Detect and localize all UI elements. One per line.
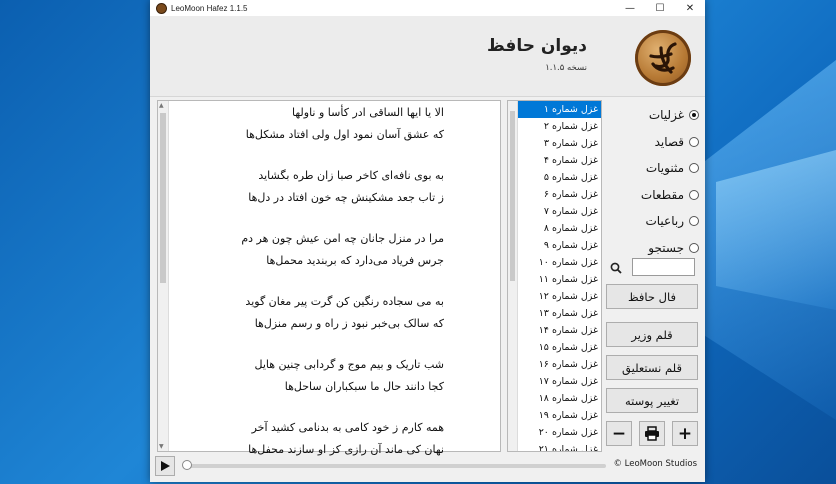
category-label: رباعیات [645,214,684,229]
app-title: دیوان حافظ [487,36,587,56]
print-button[interactable] [639,421,665,446]
couplet: مرا در منزل جانان چه امن عیش چون هر دم ج… [174,228,444,271]
scroll-up-arrow-icon[interactable]: ▲ [159,102,164,109]
list-item[interactable]: غزل شماره ۱۴ [518,322,601,339]
couplet: الا یا ایها الساقی ادر کأسا و ناولها که … [174,102,444,145]
radio-button[interactable] [689,242,699,253]
list-item[interactable]: غزل شماره ۱۷ [518,373,601,390]
category-radio[interactable]: رباعیات [605,208,699,235]
minimize-button[interactable]: — [615,0,645,16]
list-item[interactable]: غزل شماره ۷ [518,203,601,220]
window-controls: — ☐ ✕ [615,0,705,16]
poem-scroll-thumb[interactable] [160,113,166,283]
hemistich: مرا در منزل جانان چه امن عیش چون هر دم [241,232,444,245]
category-radio[interactable]: قصاید [605,129,699,156]
poem-scrollbar[interactable]: ▲ ▼ [158,101,169,451]
app-icon [156,2,167,14]
list-item[interactable]: غزل شماره ۱۸ [518,390,601,407]
hemistich: ز تاب جعد مشکینش چه خون افتاد در دل‌ها [248,190,444,204]
calligraphy-logo-icon [649,42,677,74]
hemistich: که عشق آسان نمود اول ولی افتاد مشکل‌ها [245,127,444,141]
poem-panel[interactable]: ▲ ▼ الا یا ایها الساقی ادر کأسا و ناولها… [157,100,501,456]
search-button[interactable] [606,258,626,278]
category-label: جستجو [648,240,684,255]
hemistich: به می سجاده رنگین کن گرت پیر مغان گوید [245,295,444,308]
list-item[interactable]: غزل شماره ۱ [518,101,601,118]
couplet: به بوی نافه‌ای کاخر صبا زان طره بگشاید ز… [174,165,444,208]
font-nastaliq-button[interactable]: قلم نستعلیق [606,355,698,380]
list-item[interactable]: غزل شماره ۲۰ [518,424,601,441]
category-label: قصاید [654,134,684,149]
ghazal-list[interactable]: غزل شماره ۱ غزل شماره ۲ غزل شماره ۳ غزل شما… [507,100,602,452]
hemistich: که سالک بی‌خبر نبود ز راه و رسم منزل‌ها [254,316,444,330]
font-decrease-button[interactable]: − [606,421,632,446]
audio-player: © LeoMoon Studios [150,452,705,480]
maximize-button[interactable]: ☐ [645,0,675,16]
app-header: دیوان حافظ نسخه ۱.۱.۵ [150,16,705,97]
change-skin-button[interactable]: تغییر پوسته [606,388,698,413]
list-item[interactable]: غزل شماره ۶ [518,186,601,203]
list-item[interactable]: غزل شماره ۲۱ [518,441,601,451]
hafez-logo [635,30,691,86]
search-icon [610,262,622,274]
radio-button[interactable] [689,136,699,147]
category-radio-group: غزلیات قصاید مثنویات مقطعات رباعیات جستجو [605,102,699,261]
title-bar[interactable]: LeoMoon Hafez 1.1.5 — ☐ ✕ [150,0,705,16]
category-label: مقطعات [640,187,684,202]
hemistich: همه کارم ز خود کامی به بدنامی کشید آخر [251,421,444,434]
list-items: غزل شماره ۱ غزل شماره ۲ غزل شماره ۳ غزل شما… [518,101,601,451]
printer-icon [645,426,659,441]
hemistich: کجا دانند حال ما سبکباران ساحل‌ها [284,379,444,393]
app-version: نسخه ۱.۱.۵ [545,63,587,73]
list-item[interactable]: غزل شماره ۵ [518,169,601,186]
app-window: LeoMoon Hafez 1.1.5 — ☐ ✕ دیوان حافظ نسخ… [150,0,705,482]
window-title: LeoMoon Hafez 1.1.5 [171,3,248,13]
font-increase-button[interactable]: + [672,421,698,446]
fal-hafez-button[interactable]: فال حافظ [606,284,698,309]
category-radio[interactable]: غزلیات [605,102,699,129]
seek-knob[interactable] [182,460,192,470]
hemistich: به بوی نافه‌ای کاخر صبا زان طره بگشاید [258,169,444,182]
list-item[interactable]: غزل شماره ۸ [518,220,601,237]
search-row [606,258,699,278]
search-input[interactable] [632,258,695,276]
scroll-down-arrow-icon[interactable]: ▼ [159,443,164,450]
radio-button[interactable] [689,110,699,121]
play-icon [161,461,170,471]
category-label: غزلیات [648,108,684,123]
poem-text: الا یا ایها الساقی ادر کأسا و ناولها که … [174,102,444,480]
copyright-text: © LeoMoon Studios [613,459,697,469]
hemistich: الا یا ایها الساقی ادر کأسا و ناولها [292,106,444,119]
play-button[interactable] [155,456,175,476]
list-item[interactable]: غزل شماره ۱۲ [518,288,601,305]
list-scroll-thumb[interactable] [510,111,515,281]
list-scrollbar[interactable] [508,101,518,451]
list-item[interactable]: غزل شماره ۳ [518,135,601,152]
couplet: شب تاریک و بیم موج و گردابی چنین هایل کج… [174,354,444,397]
list-item[interactable]: غزل شماره ۱۹ [518,407,601,424]
list-item[interactable]: غزل شماره ۹ [518,237,601,254]
font-vazir-button[interactable]: قلم وزیر [606,322,698,347]
category-radio[interactable]: مقطعات [605,182,699,209]
hemistich: شب تاریک و بیم موج و گردابی چنین هایل [254,358,444,371]
list-item[interactable]: غزل شماره ۲ [518,118,601,135]
seek-bar[interactable] [184,464,606,468]
radio-button[interactable] [689,189,699,200]
list-item[interactable]: غزل شماره ۱۱ [518,271,601,288]
hemistich: جرس فریاد می‌دارد که بربندید محمل‌ها [266,253,444,267]
category-radio[interactable]: مثنویات [605,155,699,182]
list-item[interactable]: غزل شماره ۱۰ [518,254,601,271]
list-item[interactable]: غزل شماره ۴ [518,152,601,169]
radio-button[interactable] [689,216,699,227]
category-label: مثنویات [645,161,684,176]
couplet: به می سجاده رنگین کن گرت پیر مغان گوید ک… [174,291,444,334]
radio-button[interactable] [689,163,699,174]
list-item[interactable]: غزل شماره ۱۵ [518,339,601,356]
list-item[interactable]: غزل شماره ۱۶ [518,356,601,373]
close-button[interactable]: ✕ [675,0,705,16]
list-item[interactable]: غزل شماره ۱۳ [518,305,601,322]
